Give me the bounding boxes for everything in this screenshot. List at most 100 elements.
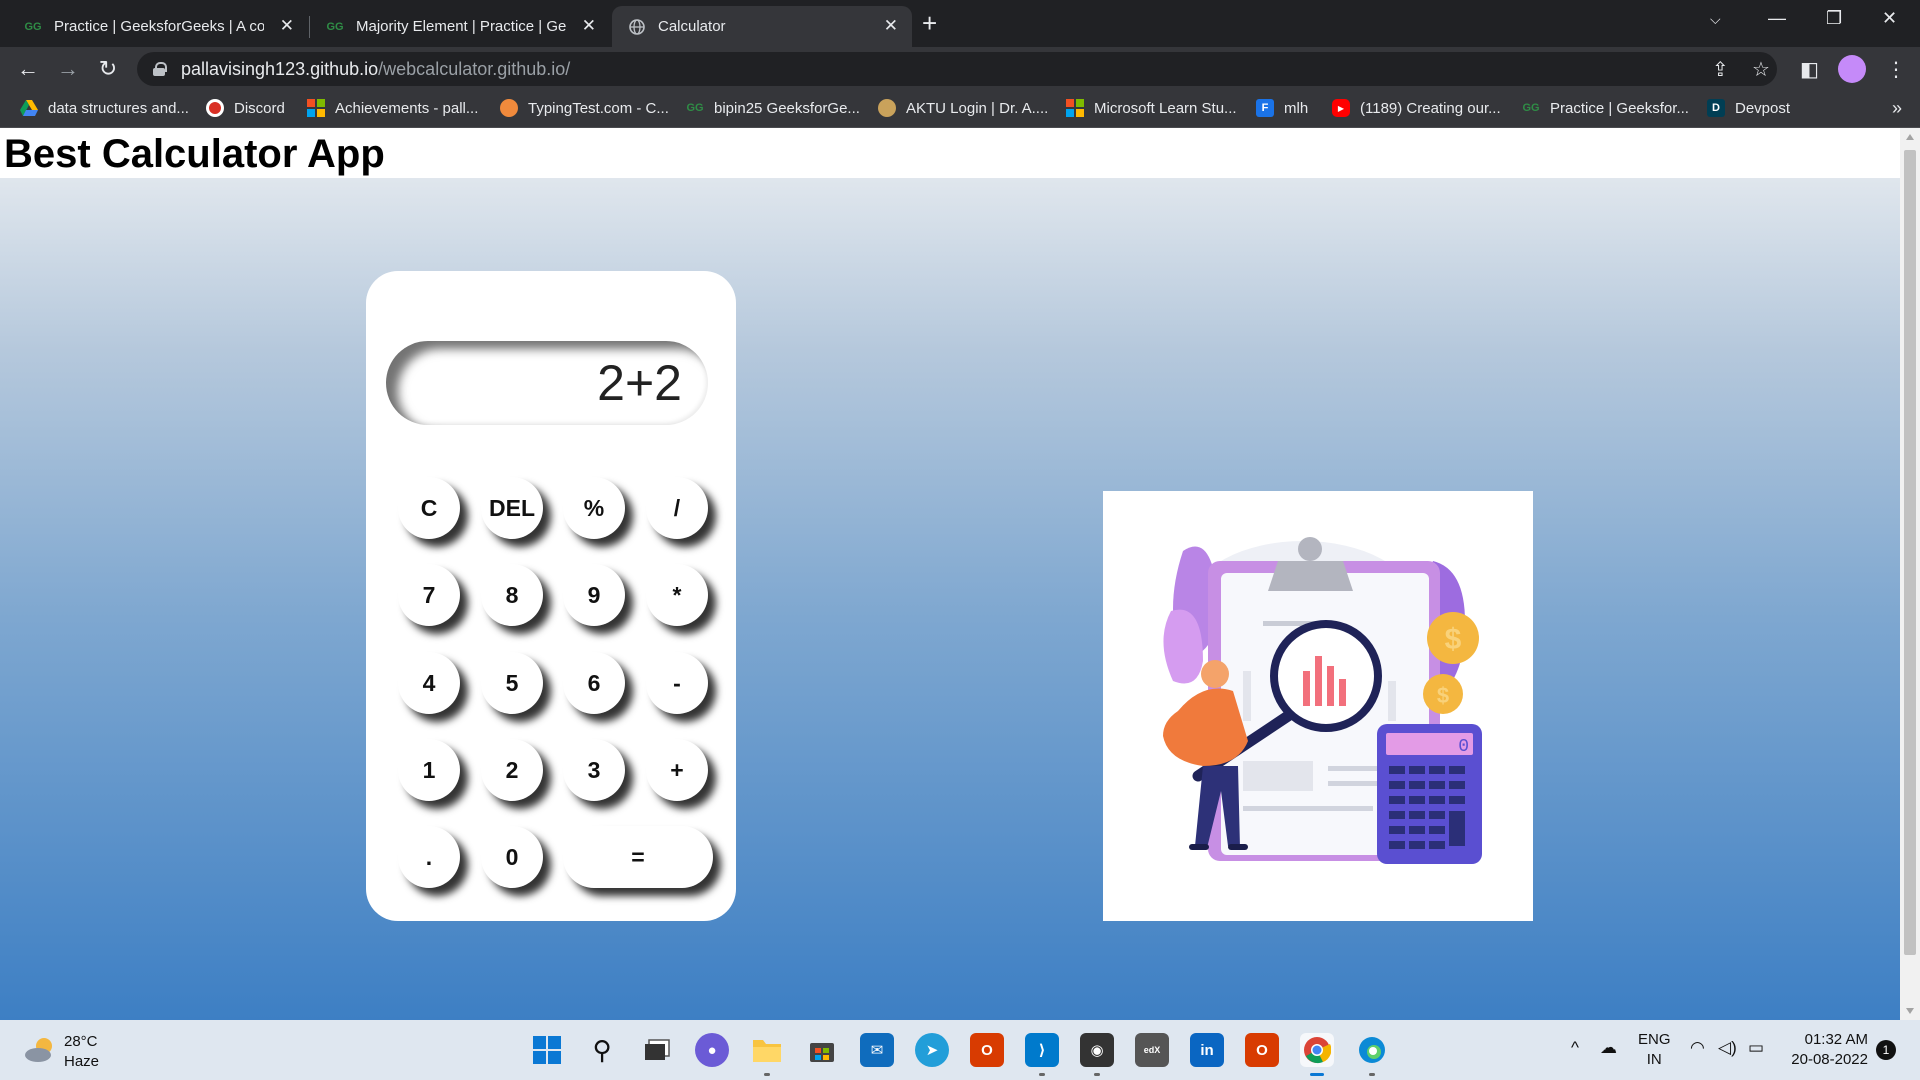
tab-practice-gfg[interactable]: GG Practice | GeeksforGeeks | A com ✕ <box>8 6 308 47</box>
vscode-icon[interactable]: ⟩ <box>1025 1033 1059 1067</box>
minimize-icon[interactable]: — <box>1768 8 1786 29</box>
menu-icon[interactable]: ⋮ <box>1886 57 1906 82</box>
restore-icon[interactable]: ❐ <box>1826 8 1842 29</box>
telegram-icon[interactable]: ➤ <box>915 1033 949 1067</box>
key-2[interactable]: 2 <box>481 739 543 801</box>
financial-analysis-illustration: $ $ 0 <box>1103 491 1533 921</box>
start-icon[interactable] <box>530 1033 564 1067</box>
bookmark-bipin25[interactable]: GG bipin25 GeeksforGe... <box>686 99 860 117</box>
key-7[interactable]: 7 <box>398 564 460 626</box>
close-tab-icon[interactable]: ✕ <box>884 16 898 36</box>
more-bookmarks-icon[interactable]: » <box>1892 98 1902 119</box>
chrome-icon[interactable] <box>1300 1033 1334 1067</box>
tab-search-icon[interactable]: ⌵ <box>1710 11 1721 28</box>
key-percent[interactable]: % <box>563 477 625 539</box>
key-divide[interactable]: / <box>646 477 708 539</box>
new-tab-button[interactable]: + <box>922 8 937 39</box>
key-decimal[interactable]: . <box>398 826 460 888</box>
key-3[interactable]: 3 <box>563 739 625 801</box>
volume-icon[interactable]: ◁) <box>1718 1038 1737 1058</box>
show-hidden-icons-icon[interactable]: ^ <box>1571 1038 1579 1058</box>
close-tab-icon[interactable]: ✕ <box>582 16 596 36</box>
tab-title: Majority Element | Practice | Geek <box>356 18 566 35</box>
address-bar[interactable]: pallavisingh123.github.io/webcalculator.… <box>137 52 1777 86</box>
key-equals[interactable]: = <box>563 826 713 888</box>
search-icon[interactable]: ⚲ <box>585 1033 619 1067</box>
task-view-icon[interactable] <box>640 1033 674 1067</box>
bookmark-achievements[interactable]: Achievements - pall... <box>307 99 478 117</box>
bookmark-discord[interactable]: Discord <box>206 99 285 117</box>
bookmark-microsoft-learn[interactable]: Microsoft Learn Stu... <box>1066 99 1237 117</box>
close-tab-icon[interactable]: ✕ <box>280 16 294 36</box>
key-8[interactable]: 8 <box>481 564 543 626</box>
teams-chat-icon[interactable]: ● <box>695 1033 729 1067</box>
mlh-icon: F <box>1256 99 1274 117</box>
key-1[interactable]: 1 <box>398 739 460 801</box>
onedrive-icon[interactable]: ☁ <box>1600 1038 1617 1058</box>
notification-badge[interactable]: 1 <box>1876 1040 1896 1060</box>
mail-icon[interactable]: ✉ <box>860 1033 894 1067</box>
battery-icon[interactable]: ▭ <box>1748 1038 1764 1058</box>
microsoft-store-icon[interactable] <box>805 1033 839 1067</box>
globe-icon <box>628 18 646 36</box>
bookmark-label: AKTU Login | Dr. A.... <box>906 99 1049 117</box>
key-add[interactable]: + <box>646 739 708 801</box>
clock[interactable]: 01:32 AM 20-08-2022 <box>1786 1030 1868 1070</box>
clock-time: 01:32 AM <box>1804 1031 1868 1048</box>
forward-icon[interactable]: → <box>52 53 84 85</box>
tab-title: Practice | GeeksforGeeks | A com <box>54 18 264 35</box>
bookmark-star-icon[interactable]: ☆ <box>1752 57 1770 82</box>
running-indicator <box>1369 1073 1375 1076</box>
bookmark-label: Achievements - pall... <box>335 99 479 117</box>
profile-avatar[interactable] <box>1838 55 1866 83</box>
edx-icon[interactable]: edX <box>1135 1033 1169 1067</box>
calculator-display[interactable]: 2+2 <box>386 341 708 425</box>
wifi-icon[interactable]: ◠ <box>1690 1038 1705 1058</box>
edge-icon[interactable] <box>1355 1033 1389 1067</box>
bookmark-label: Practice | Geeksfor... <box>1550 99 1689 117</box>
page-viewport: Best Calculator App 2+2 C DEL % / 7 8 9 … <box>0 128 1900 1020</box>
bookmark-practice-gfg[interactable]: GG Practice | Geeksfor... <box>1522 99 1689 117</box>
weather-widget[interactable]: 28°C Haze <box>64 1032 99 1072</box>
scroll-down-arrow-icon[interactable] <box>1906 1008 1914 1014</box>
back-icon[interactable]: ← <box>12 53 44 85</box>
bookmark-typingtest[interactable]: TypingTest.com - C... <box>500 99 669 117</box>
github-desktop-icon[interactable]: ◉ <box>1080 1033 1114 1067</box>
close-window-icon[interactable]: ✕ <box>1882 8 1897 29</box>
windows-taskbar: 28°C Haze ⚲ ● ✉ ➤ O ⟩ ◉ edX in O ^ ☁ ENG… <box>0 1020 1920 1080</box>
key-5[interactable]: 5 <box>481 652 543 714</box>
scroll-thumb[interactable] <box>1904 150 1916 955</box>
linkedin-icon[interactable]: in <box>1190 1033 1224 1067</box>
key-0[interactable]: 0 <box>481 826 543 888</box>
tab-calculator[interactable]: Calculator ✕ <box>612 6 912 47</box>
bookmark-youtube[interactable]: ▶ (1189) Creating our... <box>1332 99 1501 117</box>
reload-icon[interactable]: ↻ <box>92 53 124 85</box>
language-indicator[interactable]: ENG IN <box>1638 1030 1671 1070</box>
weather-haze-icon[interactable] <box>24 1034 58 1064</box>
bookmark-data-structures[interactable]: data structures and... <box>20 99 189 117</box>
key-clear[interactable]: C <box>398 477 460 539</box>
key-9[interactable]: 9 <box>563 564 625 626</box>
key-multiply[interactable]: * <box>646 564 708 626</box>
bookmark-devpost[interactable]: D Devpost <box>1707 99 1790 117</box>
bookmark-aktu-login[interactable]: AKTU Login | Dr. A.... <box>878 99 1048 117</box>
side-panel-icon[interactable]: ◧ <box>1800 57 1819 82</box>
microsoft-icon <box>1066 99 1084 117</box>
url-host: pallavisingh123.github.io <box>181 58 379 79</box>
key-4[interactable]: 4 <box>398 652 460 714</box>
running-indicator <box>764 1073 770 1076</box>
google-drive-icon <box>20 99 38 117</box>
key-delete[interactable]: DEL <box>481 477 543 539</box>
office-icon[interactable]: O <box>1245 1033 1279 1067</box>
key-subtract[interactable]: - <box>646 652 708 714</box>
office-icon[interactable]: O <box>970 1033 1004 1067</box>
page-scrollbar[interactable] <box>1900 128 1920 1020</box>
key-6[interactable]: 6 <box>563 652 625 714</box>
bookmark-mlh[interactable]: F mlh <box>1256 99 1308 117</box>
file-explorer-icon[interactable] <box>750 1033 784 1067</box>
bookmark-label: bipin25 GeeksforGe... <box>714 99 860 117</box>
tab-majority-element[interactable]: GG Majority Element | Practice | Geek ✕ <box>310 6 610 47</box>
running-indicator <box>1039 1073 1045 1076</box>
share-icon[interactable]: ⇪ <box>1712 57 1729 82</box>
scroll-up-arrow-icon[interactable] <box>1906 134 1914 140</box>
